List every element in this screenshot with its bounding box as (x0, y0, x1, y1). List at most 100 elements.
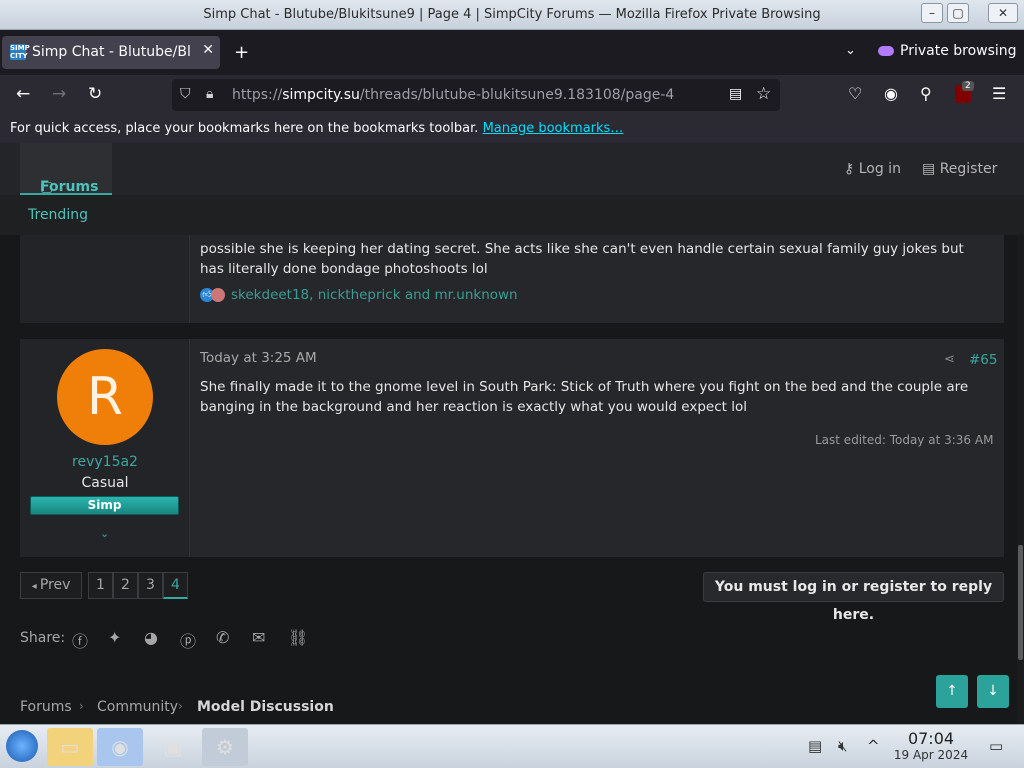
forums-tab-label: Forums (40, 179, 99, 195)
muted-volume-icon[interactable]: 🔇︎ (838, 737, 847, 755)
user-banner: Simp (30, 496, 179, 515)
clipboard-icon: ▤ (922, 161, 940, 177)
reload-icon[interactable]: ↻ (88, 84, 102, 104)
breadcrumb-separator-icon: › (79, 699, 84, 713)
extensions-icon[interactable]: ⚲ (920, 84, 932, 103)
register-link[interactable]: ▤ Register (922, 161, 997, 177)
breadcrumb-forums[interactable]: Forums (20, 699, 72, 715)
app-taskbar-icon[interactable]: ⚙ (202, 728, 248, 766)
username-link[interactable]: revy15a2 (20, 454, 190, 470)
breadcrumb-community[interactable]: Community (97, 699, 178, 715)
tray-expand-icon[interactable]: ^ (867, 737, 880, 755)
maximize-button[interactable]: ▢ (947, 3, 969, 23)
login-to-reply-button[interactable]: You must log in or register to reply her… (703, 572, 1004, 623)
menu-icon[interactable]: ☰ (992, 84, 1006, 103)
post-64: possible she is keeping her dating secre… (20, 235, 1004, 323)
manage-bookmarks-link[interactable]: Manage bookmarks… (483, 121, 624, 136)
post-number[interactable]: #65 (969, 352, 998, 368)
post-user-sidebar: R revy15a2 Casual Simp ⌄ (20, 339, 190, 557)
taskbar-clock[interactable]: 07:04 19 Apr 2024 (890, 731, 972, 763)
nav-tab-forums[interactable]: ▢ Forums (20, 143, 112, 195)
url-prefix: https:// (232, 87, 283, 103)
active-tab[interactable]: SIMP CITY Simp Chat - Blutube/Bluk ✕ (2, 36, 220, 69)
private-browsing-label: Private browsing (900, 43, 1017, 59)
haha-reaction-icon (211, 288, 225, 302)
tab-title: Simp Chat - Blutube/Bluk (32, 44, 192, 60)
reactions-bar[interactable]: 👍︎ skekdeet18, nicktheprick and mr.unknow… (200, 287, 518, 303)
bookmarks-hint: For quick access, place your bookmarks h… (10, 121, 479, 136)
window-titlebar: Simp Chat - Blutube/Blukitsune9 | Page 4… (0, 0, 1024, 30)
prev-label: Prev (39, 577, 71, 593)
facebook-icon[interactable]: ⓕ (72, 628, 88, 652)
navigation-toolbar: ← → ↻ ⛉ 🔒︎ https://simpcity.su/threads/b… (0, 75, 1024, 115)
email-icon[interactable]: ✉ (252, 628, 265, 647)
clock-date: 19 Apr 2024 (893, 748, 969, 762)
list-all-tabs-icon[interactable]: ⌄ (845, 43, 856, 58)
page-link[interactable]: 3 (138, 572, 163, 599)
avatar[interactable]: R (57, 349, 153, 445)
pocket-icon[interactable]: ♡ (848, 84, 862, 103)
share-label: Share: (20, 630, 66, 646)
link-icon[interactable]: ⛓ (288, 628, 308, 647)
scrollbar-thumb[interactable] (1018, 545, 1023, 660)
new-tab-button[interactable]: + (234, 42, 249, 63)
twitter-icon[interactable]: ✦ (108, 628, 121, 647)
key-icon: ⚷ (844, 161, 859, 177)
start-menu-button[interactable] (6, 730, 38, 762)
page-link-current[interactable]: 4 (163, 572, 188, 599)
tab-strip: SIMP CITY Simp Chat - Blutube/Bluk ✕ + ⌄ … (0, 30, 1024, 75)
login-label: Log in (858, 161, 901, 177)
post-date[interactable]: Today at 3:25 AM (200, 350, 317, 366)
whatsapp-icon[interactable]: ✆ (216, 628, 229, 647)
back-icon[interactable]: ← (16, 84, 30, 104)
window-title: Simp Chat - Blutube/Blukitsune9 | Page 4… (203, 7, 821, 22)
post-65: R revy15a2 Casual Simp ⌄ Today at 3:25 A… (20, 339, 1004, 557)
minimize-button[interactable]: – (921, 3, 943, 23)
tracking-shield-icon[interactable]: ⛉ (180, 86, 191, 102)
last-edited-note: Last edited: Today at 3:36 AM (815, 433, 994, 447)
pinterest-icon[interactable]: ⓟ (180, 628, 196, 652)
account-icon[interactable]: ◉ (884, 84, 898, 103)
breadcrumb-model-discussion[interactable]: Model Discussion (197, 699, 334, 715)
taskbar: ▭ ◉ ▣ ⚙ ▤ 🔇︎ ^ 07:04 19 Apr 2024 ▭ (0, 724, 1024, 768)
breadcrumb-separator-icon: › (178, 699, 183, 713)
control-panel-icon[interactable]: ▣ (150, 728, 196, 766)
clipboard-tray-icon[interactable]: ▤ (808, 737, 822, 755)
expand-user-info-icon[interactable]: ⌄ (100, 527, 109, 540)
post-body: possible she is keeping her dating secre… (200, 241, 964, 277)
post-body: She finally made it to the gnome level i… (200, 379, 969, 415)
private-browsing-indicator: Private browsing (878, 43, 1017, 59)
site-favicon-icon: SIMP CITY (10, 44, 30, 60)
url-text[interactable]: https://simpcity.su/threads/blutube-bluk… (232, 87, 674, 103)
sub-navigation: Trending (0, 195, 1024, 235)
trending-link[interactable]: Trending (28, 207, 88, 223)
page-link[interactable]: 2 (113, 572, 138, 599)
address-bar[interactable]: ⛉ 🔒︎ https://simpcity.su/threads/blutube… (172, 79, 780, 111)
reddit-icon[interactable]: ◕ (144, 628, 158, 647)
register-label: Register (939, 161, 998, 177)
scroll-to-bottom-button[interactable]: ↓ (977, 675, 1009, 708)
file-manager-icon[interactable]: ▭ (47, 728, 93, 766)
bookmarks-toolbar: For quick access, place your bookmarks h… (0, 115, 1024, 143)
scroll-to-top-button[interactable]: ↑ (936, 675, 968, 708)
lock-icon[interactable]: 🔒︎ (206, 86, 213, 102)
firefox-taskbar-icon[interactable]: ◉ (97, 728, 143, 766)
page-link[interactable]: 1 (88, 572, 113, 599)
bookmark-star-icon[interactable]: ☆ (756, 84, 771, 104)
show-desktop-icon[interactable]: ▭ (989, 737, 1003, 755)
private-mask-icon (878, 46, 894, 56)
ublock-count-badge: 2 (962, 81, 974, 91)
close-window-button[interactable]: ✕ (988, 3, 1018, 23)
reader-view-icon[interactable]: ▤ (729, 86, 742, 102)
prev-page-button[interactable]: ◂ Prev (20, 572, 82, 599)
chevron-left-icon: ◂ (31, 581, 40, 592)
clock-time: 07:04 (907, 729, 955, 748)
share-post-icon[interactable]: ⋖ (944, 352, 955, 367)
reaction-users[interactable]: skekdeet18, nicktheprick and mr.unknown (231, 287, 518, 303)
forward-icon[interactable]: → (52, 84, 66, 104)
url-path: /threads/blutube-blukitsune9.183108/page… (359, 87, 675, 103)
login-link[interactable]: ⚷ Log in (844, 161, 901, 177)
url-domain: simpcity.su (282, 87, 360, 103)
site-header: ▢ Forums ⚷ Log in ▤ Register (0, 143, 1024, 195)
close-tab-icon[interactable]: ✕ (202, 42, 214, 58)
